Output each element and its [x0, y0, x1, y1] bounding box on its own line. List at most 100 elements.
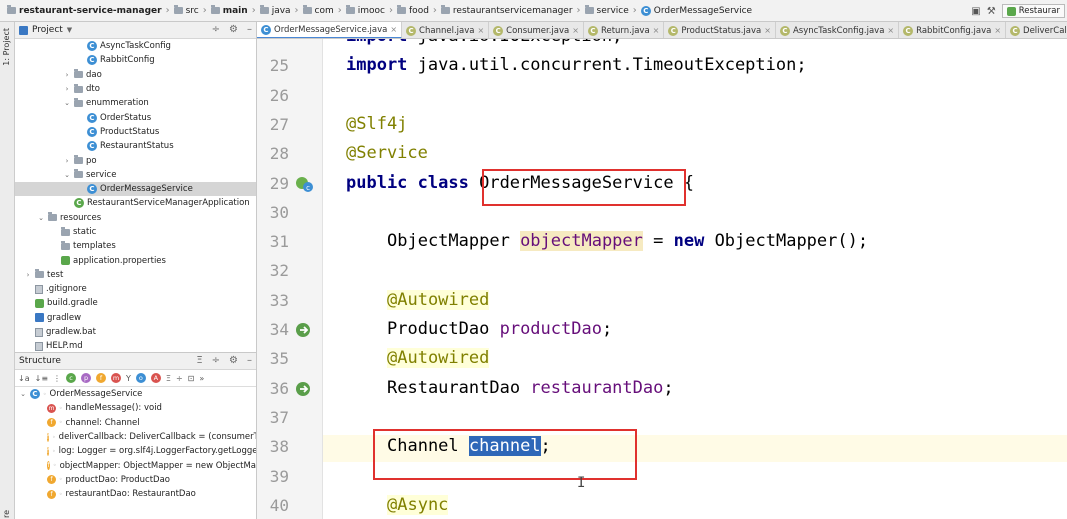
tree-item[interactable]: HELP.md: [15, 339, 256, 352]
chevron-down-icon[interactable]: ⌄: [19, 390, 27, 398]
filter-field-icon[interactable]: f: [96, 373, 107, 383]
filter-class-icon[interactable]: c: [66, 373, 77, 383]
structure-member[interactable]: f ◦ objectMapper: ObjectMapper = new Objec…: [15, 458, 256, 472]
expand-all-icon[interactable]: Ξ: [166, 374, 171, 383]
breadcrumb-class[interactable]: C OrderMessageService: [638, 5, 755, 16]
breadcrumb-project[interactable]: restaurant-service-manager: [4, 5, 165, 16]
close-icon[interactable]: ×: [653, 26, 660, 35]
tree-item[interactable]: › po: [15, 153, 256, 167]
more-icon[interactable]: »: [199, 374, 204, 383]
show-inherited-icon[interactable]: ⋮: [53, 374, 61, 383]
chevron-right-icon[interactable]: ›: [63, 85, 71, 93]
tree-item[interactable]: static: [15, 225, 256, 239]
collapse-all-icon[interactable]: ÷: [176, 374, 183, 383]
code-line[interactable]: @Service: [346, 143, 428, 163]
breadcrumb-java[interactable]: java: [257, 5, 294, 16]
chevron-right-icon[interactable]: ›: [24, 271, 32, 279]
collapse-icon[interactable]: ÷: [212, 355, 220, 366]
editor-tab[interactable]: C Return.java ×: [584, 22, 665, 38]
structure-member[interactable]: f ◦ restaurantDao: RestaurantDao: [15, 487, 256, 501]
tree-item[interactable]: › dto: [15, 82, 256, 96]
code-line[interactable]: @Slf4j: [346, 114, 407, 134]
tree-item[interactable]: C AsyncTaskConfig: [15, 39, 256, 53]
tree-item[interactable]: › dao: [15, 68, 256, 82]
close-icon[interactable]: ×: [477, 26, 484, 35]
tree-item[interactable]: ⌄ service: [15, 168, 256, 182]
structure-member[interactable]: f ◦ productDao: ProductDao: [15, 473, 256, 487]
tree-item[interactable]: templates: [15, 239, 256, 253]
code-line[interactable]: RestaurantDao restaurantDao;: [387, 378, 674, 398]
tree-item[interactable]: .gitignore: [15, 282, 256, 296]
run-configuration-select[interactable]: Restaurar: [1001, 4, 1065, 18]
editor-tab[interactable]: C AsyncTaskConfig.java ×: [776, 22, 900, 38]
chevron-down-icon[interactable]: ⌄: [37, 214, 45, 222]
chevron-down-icon[interactable]: ⌄: [63, 171, 71, 179]
sort-alpha-icon[interactable]: ↓a: [18, 374, 30, 383]
breadcrumb-src[interactable]: src: [171, 5, 202, 16]
filter-lambda-icon[interactable]: Y: [126, 374, 131, 383]
tree-item[interactable]: ⌄ enummeration: [15, 96, 256, 110]
chevron-down-icon[interactable]: ▼: [67, 26, 72, 34]
tree-item[interactable]: build.gradle: [15, 296, 256, 310]
close-icon[interactable]: ×: [994, 26, 1001, 35]
tree-item[interactable]: C RabbitConfig: [15, 53, 256, 67]
code-line[interactable]: ProductDao productDao;: [387, 319, 612, 339]
structure-member[interactable]: m ◦ handleMessage(): void: [15, 401, 256, 415]
editor-tab[interactable]: CDeliverCallback.java×: [1006, 22, 1067, 38]
tree-item[interactable]: C OrderStatus: [15, 110, 256, 124]
collapse-all-icon[interactable]: ÷: [212, 24, 220, 35]
autoscroll-icon[interactable]: ⊡: [188, 374, 195, 383]
chevron-down-icon[interactable]: ⌄: [63, 99, 71, 107]
chevron-right-icon[interactable]: ›: [63, 157, 71, 165]
close-icon[interactable]: ×: [887, 26, 894, 35]
chevron-right-icon[interactable]: ›: [63, 71, 71, 79]
editor-tab[interactable]: C Channel.java ×: [402, 22, 490, 38]
breadcrumb-main[interactable]: main: [208, 5, 251, 16]
tree-item[interactable]: C ProductStatus: [15, 125, 256, 139]
autowired-navigate-icon[interactable]: [294, 320, 314, 340]
close-icon[interactable]: ×: [572, 26, 579, 35]
filter-method-icon[interactable]: m: [111, 373, 122, 383]
project-tool-button[interactable]: 1: Project: [2, 28, 11, 66]
tree-item[interactable]: C OrderMessageService: [15, 181, 256, 197]
code-line[interactable]: ObjectMapper objectMapper = new ObjectMa…: [387, 231, 868, 252]
tree-item[interactable]: C RestaurantStatus: [15, 139, 256, 153]
code-line[interactable]: @Autowired: [387, 289, 490, 310]
tree-item[interactable]: application.properties: [15, 253, 256, 267]
sort-visibility-icon[interactable]: ↓≡: [35, 374, 48, 383]
code-line[interactable]: import java.io.IOException;: [346, 39, 622, 46]
build-hammer-icon[interactable]: ⚒: [987, 6, 996, 17]
gear-icon[interactable]: ⚙: [229, 24, 238, 35]
code-editor[interactable]: 25 26 27 28 29 c 30 31 32 33 34 35 36 37 38 39 40 import…: [257, 39, 1067, 519]
structure-root[interactable]: ⌄ C ◦ OrderMessageService: [15, 387, 256, 401]
structure-member[interactable]: f ◦ channel: Channel: [15, 416, 256, 430]
filter-anonymous-icon[interactable]: o: [135, 373, 146, 383]
code-line[interactable]: @Async: [387, 494, 449, 515]
breadcrumb-food[interactable]: food: [394, 5, 432, 16]
close-icon[interactable]: ×: [764, 26, 771, 35]
breadcrumb-service[interactable]: service: [582, 5, 632, 16]
filter-property-icon[interactable]: p: [81, 373, 92, 383]
breadcrumb-package[interactable]: restaurantservicemanager: [438, 5, 576, 16]
autowired-navigate-icon[interactable]: [294, 379, 314, 399]
tree-item[interactable]: gradlew: [15, 311, 256, 325]
minimize-icon[interactable]: –: [247, 355, 252, 366]
tree-item[interactable]: ⌄ resources: [15, 211, 256, 225]
tree-item[interactable]: C RestaurantServiceManagerApplication: [15, 196, 256, 210]
breadcrumb-com[interactable]: com: [300, 5, 337, 16]
code-line[interactable]: @Autowired: [387, 348, 490, 369]
filter-abstract-icon[interactable]: A: [150, 373, 161, 383]
breadcrumb-imooc[interactable]: imooc: [343, 5, 388, 16]
editor-tab[interactable]: C Consumer.java ×: [489, 22, 584, 38]
code-line[interactable]: import java.util.concurrent.TimeoutExcep…: [346, 55, 807, 75]
tree-item[interactable]: gradlew.bat: [15, 325, 256, 339]
editor-tab[interactable]: C OrderMessageService.java ×: [257, 22, 403, 38]
expand-icon[interactable]: Ξ: [196, 355, 202, 366]
bottom-tool-button[interactable]: re: [2, 510, 11, 518]
spring-bean-icon[interactable]: c: [294, 174, 314, 194]
gear-icon[interactable]: ⚙: [229, 355, 238, 366]
minimize-icon[interactable]: –: [247, 24, 252, 35]
editor-tab[interactable]: C RabbitConfig.java ×: [899, 22, 1007, 38]
layout-icon[interactable]: ▣: [971, 6, 980, 17]
editor-tab[interactable]: C ProductStatus.java ×: [664, 22, 776, 38]
